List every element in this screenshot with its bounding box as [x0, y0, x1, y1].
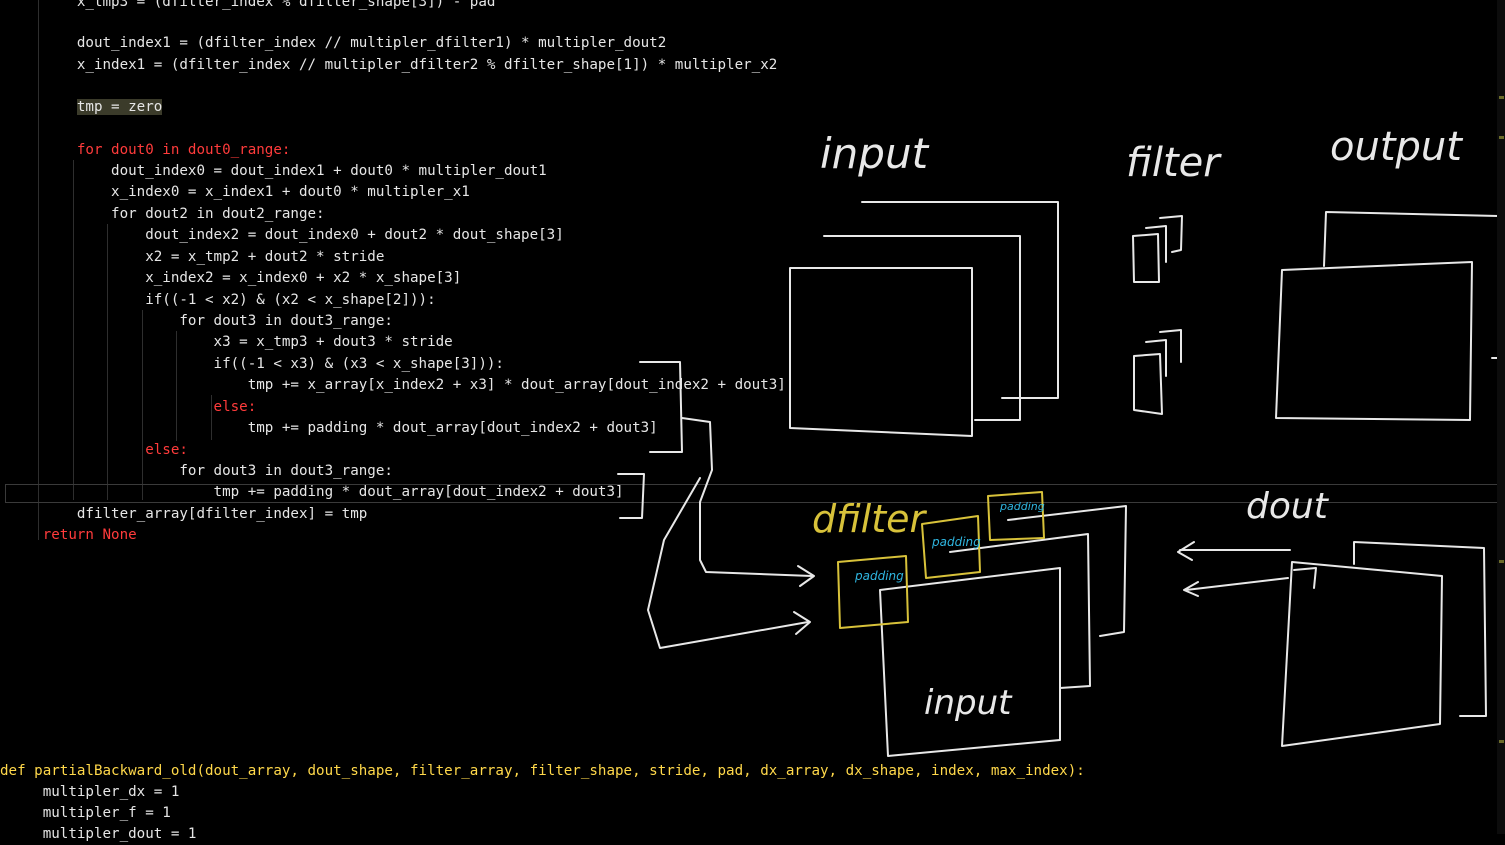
output-square-back	[1323, 211, 1501, 359]
arrow-2	[647, 477, 809, 649]
dfilter-box-1	[837, 555, 909, 629]
dout-arrow-1	[1177, 541, 1291, 561]
filter-bot-back	[1159, 329, 1182, 363]
scroll-marker	[1499, 740, 1504, 743]
label-dfilter: dfilter	[812, 497, 928, 541]
input-square-back	[861, 201, 1059, 399]
dout-square-back	[1353, 541, 1487, 717]
label-padding-1: padding	[854, 569, 904, 583]
label-padding-3: padding	[999, 500, 1045, 513]
filter-top-mid	[1145, 225, 1167, 263]
dinput-square-back	[1007, 505, 1127, 637]
dout-arrow-2	[1183, 577, 1289, 597]
dinput-square-mid	[949, 533, 1091, 689]
scroll-marker	[1499, 96, 1504, 99]
filter-bot-mid	[1145, 339, 1167, 377]
filter-bot-front	[1133, 353, 1163, 415]
scroll-marker	[1499, 560, 1504, 563]
output-square-front	[1275, 261, 1473, 421]
handwritten-annotations: input filter output dfilter dout padding…	[617, 124, 1501, 757]
label-padding-2: padding	[931, 535, 981, 549]
label-output: output	[1330, 124, 1463, 170]
input-square-mid	[823, 235, 1021, 421]
label-input: input	[820, 129, 930, 178]
bracket-1	[639, 361, 683, 453]
label-input-lower: input	[924, 683, 1013, 723]
dout-corner	[1293, 567, 1317, 589]
label-filter: filter	[1126, 140, 1222, 186]
label-dout: dout	[1246, 486, 1330, 527]
filter-top-back	[1159, 215, 1183, 253]
editor-scrollbar[interactable]	[1497, 0, 1505, 834]
scroll-marker	[1499, 136, 1504, 139]
bracket-2	[617, 473, 645, 519]
filter-top-front	[1132, 233, 1160, 283]
dout-square-front	[1281, 561, 1443, 747]
input-square-front	[789, 267, 973, 437]
arrow-1	[681, 417, 813, 577]
